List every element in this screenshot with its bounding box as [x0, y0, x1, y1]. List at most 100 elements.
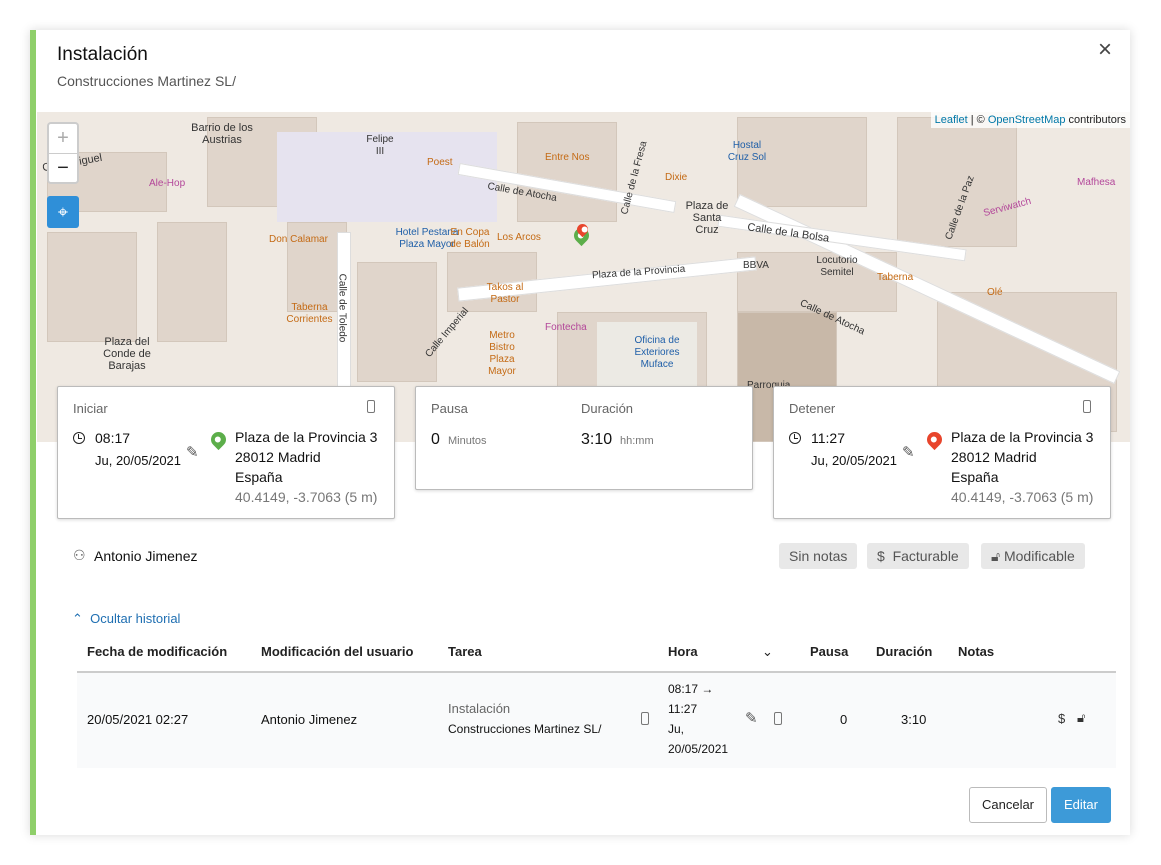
stop-address-line2: 28012 Madrid — [951, 449, 1037, 465]
time-entry-dialog: Instalación Construcciones Martinez SL/ … — [30, 30, 1130, 835]
column-header: Notas — [958, 644, 995, 659]
stop-time: 11:27 — [811, 430, 845, 446]
stop-label: Detener — [789, 401, 836, 416]
cancel-button[interactable]: Cancelar — [969, 787, 1047, 823]
row-time: 11:27 — [668, 702, 698, 716]
column-header: Modificación del usuario — [261, 644, 414, 659]
dialog-subtitle: Construcciones Martinez SL/ — [57, 73, 236, 89]
pause-label: Pausa — [431, 401, 468, 416]
clock-icon — [73, 432, 85, 444]
row-date-detail: 20/05/2021 — [668, 742, 729, 756]
pause-value: 0 — [431, 431, 440, 448]
map-label: Hostal Cruz Sol — [727, 140, 767, 163]
stop-coords: 40.4149, -3.7063 (5 m) — [951, 489, 1094, 505]
edit-icon[interactable]: ✎ — [186, 443, 199, 463]
start-card: Iniciar 08:17 Ju, 20/05/2021 ✎ Plaza de … — [57, 386, 395, 519]
stop-pin-icon — [923, 428, 946, 451]
row-time: 08:17 → — [668, 682, 714, 696]
start-country: España — [235, 469, 283, 485]
zoom-out-button[interactable]: − — [49, 153, 77, 182]
row-duration: 3:10 — [901, 712, 927, 727]
stop-card: Detener 11:27 Ju, 20/05/2021 ✎ Plaza de … — [773, 386, 1111, 519]
map-label: Plaza de Santa Cruz — [685, 200, 729, 236]
start-date: Ju, 20/05/2021 — [95, 453, 182, 468]
map-label: Oficina de Exteriores Muface — [634, 335, 680, 370]
edit-button[interactable]: Editar — [1051, 787, 1111, 823]
chevron-down-icon[interactable]: ⌄ — [762, 644, 773, 660]
mobile-icon — [774, 712, 782, 725]
map-label: Felipe III — [366, 134, 394, 157]
table-row: 20/05/2021 02:27 Antonio Jimenez Instala… — [77, 671, 1116, 768]
zoom-control: + − — [47, 122, 79, 184]
close-icon[interactable]: × — [1098, 36, 1112, 64]
clock-icon — [789, 432, 801, 444]
crosshair-icon: ⌖ — [57, 202, 69, 222]
stop-date: Ju, 20/05/2021 — [811, 453, 898, 468]
map-label: Barrio de los Austrias — [191, 122, 253, 146]
edit-icon[interactable]: ✎ — [902, 443, 915, 463]
leaflet-link[interactable]: Leaflet — [935, 114, 968, 126]
row-date: 20/05/2021 02:27 — [87, 712, 189, 727]
map-label: En Copa de Balón — [450, 227, 490, 250]
column-header: Tarea — [448, 644, 482, 659]
map-label: Los Arcos — [497, 232, 541, 243]
unlock-icon: 🔓︎ — [991, 548, 1004, 564]
start-address-line1: Plaza de la Provincia 3 — [235, 429, 378, 445]
modifiable-chip[interactable]: 🔓︎ Modificable — [981, 543, 1085, 569]
map-label: Ale-Hop — [149, 178, 186, 189]
start-pin-icon — [207, 428, 230, 451]
osm-link[interactable]: OpenStreetMap — [988, 114, 1066, 126]
column-header: Duración — [876, 644, 933, 659]
row-pause: 0 — [840, 712, 848, 727]
notes-chip: Sin notas — [779, 543, 858, 569]
column-header[interactable]: Hora — [668, 644, 698, 659]
duration-unit: hh:mm — [620, 435, 654, 447]
map-label: Taberna Corrientes — [286, 302, 333, 325]
stop-country: España — [951, 469, 999, 485]
map-label: Metro Bistro Plaza Mayor — [488, 330, 516, 377]
duration-value: 3:10 — [581, 431, 613, 448]
start-coords: 40.4149, -3.7063 (5 m) — [235, 489, 378, 505]
mobile-icon — [641, 712, 649, 725]
zoom-in-button[interactable]: + — [49, 124, 77, 153]
map-attribution: Leaflet | © OpenStreetMap contributors — [930, 112, 1130, 128]
start-time: 08:17 — [95, 430, 131, 446]
dialog-title: Instalación — [57, 44, 148, 65]
map-label: Plaza del Conde de Barajas — [103, 336, 151, 372]
chevron-up-icon: ⌃ — [72, 611, 91, 626]
edit-icon[interactable]: ✎ — [745, 709, 758, 727]
map-label: Calle de Toledo — [336, 273, 348, 343]
pause-unit: Minutos — [448, 435, 487, 447]
stop-address-line1: Plaza de la Provincia 3 — [951, 429, 1094, 445]
dollar-icon: $ — [1058, 711, 1066, 726]
mobile-icon — [1083, 400, 1091, 413]
row-time: Ju, — [668, 722, 685, 736]
pause-duration-card: Pausa 0 Minutos Duración 3:10 hh:mm — [415, 386, 753, 490]
map-label: BBVA — [743, 260, 769, 271]
map-label: Dixie — [665, 172, 688, 183]
user-name: Antonio Jimenez — [94, 548, 198, 564]
billable-chip[interactable]: $ Facturable — [867, 543, 969, 569]
map-label: Olé — [987, 287, 1003, 298]
duration-label: Duración — [581, 401, 634, 416]
start-label: Iniciar — [73, 401, 108, 416]
row-task: Instalación — [448, 701, 511, 716]
user-icon: ⚇ — [73, 547, 86, 563]
map-label: Mafhesa — [1077, 177, 1116, 188]
mobile-icon — [367, 400, 375, 413]
dollar-icon: $ — [877, 548, 893, 564]
column-header: Fecha de modificación — [87, 644, 228, 659]
unlock-icon: 🔓︎ — [1077, 710, 1086, 725]
map-label: Takos al Pastor — [486, 282, 524, 305]
row-client: Construcciones Martinez SL/ — [448, 722, 602, 736]
column-header: Pausa — [810, 644, 849, 659]
map-label: Don Calamar — [269, 234, 328, 245]
map-label: Fontecha — [545, 322, 587, 333]
map-label: Poest — [427, 157, 453, 168]
toggle-history-link[interactable]: ⌃ Ocultar historial — [72, 611, 180, 627]
map-label: Entre Nos — [545, 152, 590, 163]
start-address-line2: 28012 Madrid — [235, 449, 321, 465]
map-label: Locutorio Semitel — [816, 255, 858, 278]
row-user: Antonio Jimenez — [261, 712, 358, 727]
locate-button[interactable]: ⌖ — [47, 196, 79, 228]
